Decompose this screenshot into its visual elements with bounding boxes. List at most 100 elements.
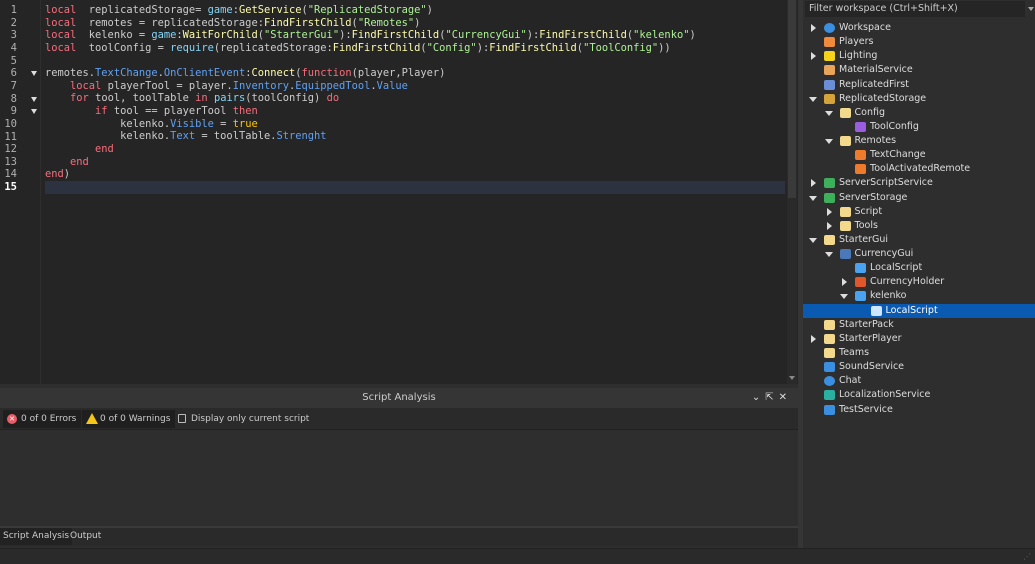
explorer-item-textchange[interactable]: TextChange: [803, 148, 1035, 162]
code-token: ): [414, 16, 421, 29]
collapse-arrow-icon[interactable]: [809, 237, 817, 243]
code-line[interactable]: local playerTool = player.Inventory.Equi…: [45, 80, 785, 93]
filter-workspace-input[interactable]: Filter workspace (Ctrl+Shift+X): [805, 1, 1025, 17]
code-line[interactable]: kelenko.Text = toolTable.Strenght: [45, 130, 785, 143]
explorer-item-teams[interactable]: Teams: [803, 346, 1035, 360]
warnings-filter-button[interactable]: 0 of 0 Warnings: [82, 410, 176, 428]
code-line[interactable]: local remotes = replicatedStorage:FindFi…: [45, 17, 785, 30]
explorer-item-label: kelenko: [870, 290, 907, 302]
explorer-item-label: Config: [854, 106, 885, 118]
scrollbar-thumb[interactable]: [788, 0, 796, 198]
code-line[interactable]: end: [45, 143, 785, 156]
code-line[interactable]: [45, 180, 785, 194]
code-token: game: [207, 4, 233, 16]
globe-icon: [824, 23, 835, 33]
code-token: "kelenko": [633, 29, 690, 42]
display-only-current-checkbox[interactable]: [178, 414, 186, 423]
explorer-item-remotes[interactable]: Remotes: [803, 134, 1035, 148]
collapse-arrow-icon[interactable]: [809, 96, 817, 102]
explorer-item-chat[interactable]: Chat: [803, 374, 1035, 388]
script-editor[interactable]: 1 2 3 4 5 6 7 8 9 10 11 12 13 14 15 local replicatedSt…: [0, 0, 798, 384]
explorer-panel: Filter workspace (Ctrl+Shift+X) Workspac…: [803, 0, 1035, 548]
explorer-item-replicatedfirst[interactable]: ReplicatedFirst: [803, 78, 1035, 92]
explorer-item-label: CurrencyGui: [854, 248, 914, 260]
code-line[interactable]: kelenko.Visible = true: [45, 118, 785, 131]
collapse-arrow-icon[interactable]: [824, 139, 833, 145]
expand-arrow-icon[interactable]: [826, 221, 832, 230]
code-line[interactable]: local replicatedStorage= game:GetService…: [45, 4, 785, 17]
chevron-down-icon[interactable]: ⌄: [752, 392, 765, 403]
tab-script-analysis[interactable]: Script Analysis: [0, 528, 73, 545]
expand-arrow-icon[interactable]: [811, 179, 816, 188]
explorer-item-label: ToolActivatedRemote: [870, 163, 971, 175]
explorer-item-starterpack[interactable]: StarterPack: [803, 318, 1035, 332]
explorer-item-testservice[interactable]: TestService: [803, 403, 1035, 417]
explorer-item-localizationservice[interactable]: LocalizationService: [803, 388, 1035, 402]
explorer-item-label: LocalScript: [885, 304, 938, 316]
collapse-arrow-icon[interactable]: [840, 294, 848, 300]
explorer-item-players[interactable]: Players: [803, 35, 1035, 49]
undock-icon[interactable]: ⇱: [765, 392, 778, 403]
collapse-arrow-icon[interactable]: [824, 110, 833, 116]
code-line[interactable]: for tool, toolTable in pairs(toolConfig)…: [45, 92, 785, 105]
explorer-item-serverscriptservice[interactable]: ServerScriptService: [803, 176, 1035, 190]
code-line[interactable]: local kelenko = game:WaitForChild("Start…: [45, 29, 785, 42]
expand-arrow-icon[interactable]: [811, 334, 816, 343]
fold-toggle-icon[interactable]: [31, 109, 37, 115]
collapse-arrow-icon[interactable]: [824, 252, 833, 258]
tab-output[interactable]: Output: [67, 528, 104, 545]
collapse-arrow-icon[interactable]: [809, 195, 817, 201]
explorer-item-label: Players: [839, 36, 874, 48]
explorer-item-currencygui[interactable]: CurrencyGui: [803, 247, 1035, 261]
expand-arrow-icon[interactable]: [811, 52, 816, 61]
explorer-item-label: Teams: [839, 346, 870, 358]
explorer-item-toolconfig[interactable]: ToolConfig: [803, 120, 1035, 134]
fold-toggle-icon[interactable]: [31, 96, 37, 102]
display-only-current-label: Display only current script: [191, 414, 310, 424]
code-token: ):: [476, 41, 490, 54]
explorer-item-serverstorage[interactable]: ServerStorage: [803, 191, 1035, 205]
fold-toggle-icon[interactable]: [31, 71, 37, 77]
expand-arrow-icon[interactable]: [842, 278, 847, 287]
explorer-item-kelenko[interactable]: kelenko: [803, 289, 1035, 303]
line-number: 9: [10, 105, 17, 118]
explorer-item-currencyholder[interactable]: CurrencyHolder: [803, 275, 1035, 289]
explorer-item-replicatedstorage[interactable]: ReplicatedStorage: [803, 92, 1035, 106]
filter-dropdown-icon[interactable]: [1028, 7, 1034, 11]
explorer-item-soundservice[interactable]: SoundService: [803, 360, 1035, 374]
explorer-item-starterplayer[interactable]: StarterPlayer: [803, 332, 1035, 346]
code-line[interactable]: end: [45, 156, 785, 169]
explorer-item-toolactivatedremote[interactable]: ToolActivatedRemote: [803, 162, 1035, 176]
code-area[interactable]: local replicatedStorage= game:GetService…: [45, 4, 785, 194]
code-token: Value: [376, 79, 408, 92]
expand-arrow-icon[interactable]: [811, 24, 816, 32]
code-line[interactable]: end): [45, 168, 785, 181]
explorer-item-workspace[interactable]: Workspace: [803, 21, 1035, 35]
line-number: 12: [4, 143, 17, 156]
explorer-item-localscript[interactable]: LocalScript: [803, 303, 1035, 318]
resize-grip-icon[interactable]: ⋰: [1023, 552, 1031, 561]
scroll-down-arrow-icon[interactable]: [789, 376, 795, 380]
local-script-icon: [870, 305, 882, 316]
code-line[interactable]: if tool == playerTool then: [45, 105, 785, 118]
code-line[interactable]: local toolConfig = require(replicatedSto…: [45, 42, 785, 55]
code-token: ):: [526, 29, 540, 42]
expand-arrow-icon[interactable]: [826, 207, 832, 216]
explorer-item-materialservice[interactable]: MaterialService: [803, 63, 1035, 77]
errors-filter-button[interactable]: ✕ 0 of 0 Errors: [3, 410, 82, 428]
code-token: for: [70, 92, 89, 105]
code-line[interactable]: [45, 55, 785, 68]
explorer-item-startergui[interactable]: StarterGui: [803, 233, 1035, 247]
editor-scrollbar[interactable]: [787, 0, 797, 384]
explorer-item-localscript[interactable]: LocalScript: [803, 261, 1035, 275]
explorer-item-config[interactable]: Config: [803, 106, 1035, 120]
explorer-item-tools[interactable]: Tools: [803, 219, 1035, 233]
panel-header: Script Analysis ⌄⇱✕: [0, 388, 798, 408]
code-line[interactable]: remotes.TextChange.OnClientEvent:Connect…: [45, 67, 785, 80]
close-icon[interactable]: ✕: [779, 392, 792, 403]
code-token: playerTool = player.: [101, 79, 233, 92]
code-token: (toolConfig): [245, 92, 327, 105]
explorer-item-lighting[interactable]: Lighting: [803, 49, 1035, 63]
explorer-item-script[interactable]: Script: [803, 205, 1035, 219]
